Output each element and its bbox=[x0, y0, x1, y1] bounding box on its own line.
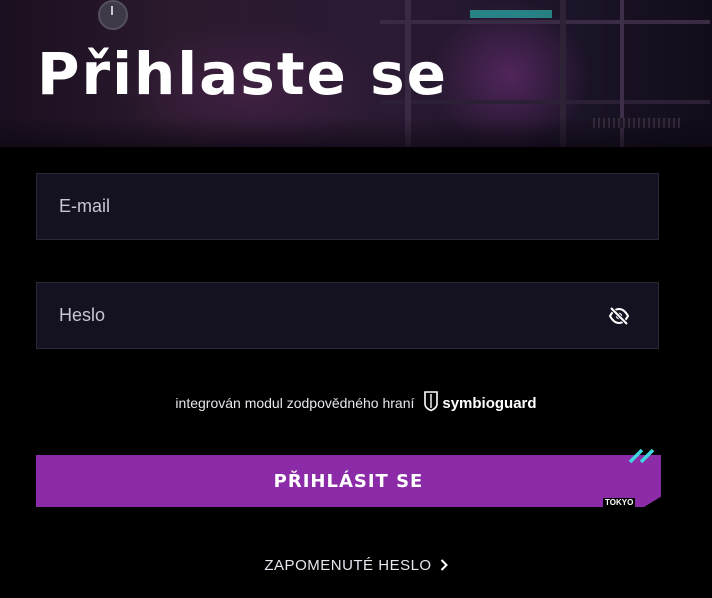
double-slash-icon bbox=[628, 444, 660, 466]
forgot-password-link[interactable]: ZAPOMENUTÉ HESLO bbox=[0, 556, 712, 575]
eye-slash-icon[interactable] bbox=[608, 306, 630, 326]
shield-icon bbox=[423, 390, 439, 416]
responsible-gaming-notice: integrován modul zodpovědného hraní symb… bbox=[0, 390, 712, 416]
email-input[interactable] bbox=[37, 174, 658, 239]
hero-banner: Přihlaste se bbox=[0, 0, 712, 147]
page-title: Přihlaste se bbox=[37, 40, 448, 108]
forgot-password-label: ZAPOMENUTÉ HESLO bbox=[264, 557, 432, 574]
login-button-label: PŘIHLÁSIT SE bbox=[273, 470, 424, 492]
password-field[interactable] bbox=[36, 282, 659, 349]
clock-icon bbox=[98, 0, 128, 30]
symbioguard-brand: symbioguard bbox=[442, 394, 537, 412]
tokyo-tag: TOKYO bbox=[603, 498, 636, 508]
responsible-gaming-text: integrován modul zodpovědného hraní bbox=[175, 395, 415, 411]
email-field[interactable] bbox=[36, 173, 659, 240]
login-button[interactable]: PŘIHLÁSIT SE bbox=[36, 455, 661, 507]
symbioguard-logo: symbioguard bbox=[423, 390, 537, 416]
password-input[interactable] bbox=[37, 283, 658, 348]
chevron-right-icon bbox=[440, 556, 448, 575]
